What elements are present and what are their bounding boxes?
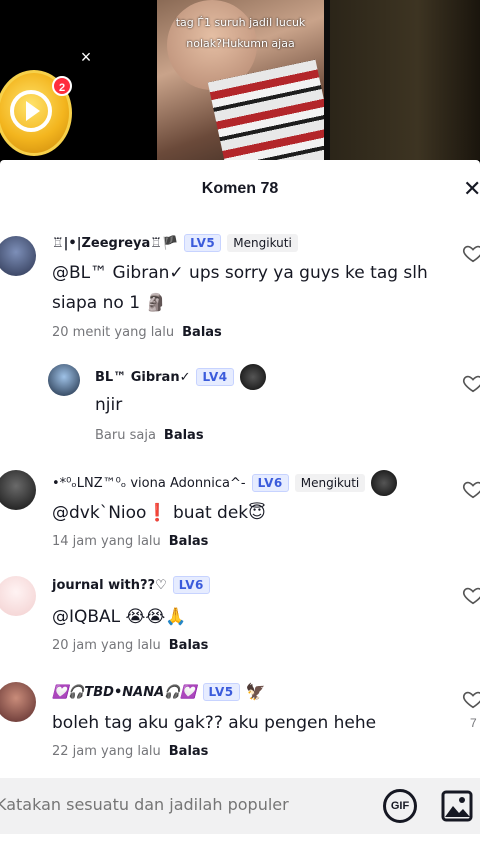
heart-icon[interactable] — [462, 584, 480, 606]
reply-button[interactable]: Balas — [169, 744, 209, 759]
comment-username[interactable]: 💟🎧TBD•NANA🎧💟 — [52, 685, 197, 700]
comment-time: 22 jam yang lalu — [52, 744, 161, 759]
gift-coin-button[interactable]: 2 — [0, 70, 72, 156]
comment-input-bar: GIF — [0, 778, 480, 834]
profile-badge-icon — [239, 364, 266, 390]
comment-meta: 14 jam yang lalu Balas — [52, 534, 208, 549]
level-badge: LV6 — [251, 474, 289, 492]
video-player[interactable]: tag Ѓ1 suruh jadiI Iucuk nolak?Hukumn aj… — [0, 0, 480, 160]
comment-meta: 22 jam yang lalu Balas — [52, 744, 208, 759]
comment-text: @BL™ Gibran✓ ups sorry ya guys ke tag sl… — [52, 263, 428, 313]
close-icon[interactable]: × — [77, 48, 95, 66]
level-badge: LV5 — [184, 234, 222, 252]
level-badge: LV5 — [202, 683, 240, 701]
comments-sheet: Komen 78 ✕ ♖|•|Zeegreya♖🏴 LV5 Mengikuti … — [0, 160, 480, 854]
following-badge: Mengikuti — [227, 234, 298, 252]
play-icon — [26, 101, 40, 121]
comment-username[interactable]: BL™ Gibran✓ — [95, 370, 190, 385]
bottom-safe-area — [0, 834, 480, 854]
level-badge: LV6 — [172, 576, 210, 594]
video-frame[interactable]: tag Ѓ1 suruh jadiI Iucuk nolak?Hukumn aj… — [157, 0, 324, 160]
heart-icon[interactable] — [462, 478, 480, 500]
image-icon[interactable] — [440, 789, 474, 823]
like-count: 7 — [470, 716, 477, 730]
video-caption-line2: nolak?Hukumn ajaa — [186, 37, 295, 50]
comment-time: 20 jam yang lalu — [52, 638, 161, 653]
comment-text: boleh tag aku gak?? aku pengen hehe — [52, 713, 377, 733]
reply-button[interactable]: Balas — [182, 325, 222, 340]
notification-badge: 2 — [52, 76, 72, 96]
comment-time: 20 menit yang lalu — [52, 325, 175, 340]
comment-text: njir — [95, 395, 123, 415]
avatar[interactable] — [48, 364, 80, 396]
reply-button[interactable]: Balas — [169, 534, 209, 549]
comment-time: Baru saja — [95, 428, 156, 443]
avatar[interactable] — [0, 576, 36, 616]
avatar[interactable] — [0, 236, 36, 276]
heart-icon[interactable] — [462, 242, 480, 264]
avatar[interactable] — [0, 682, 36, 722]
avatar[interactable] — [0, 470, 36, 510]
comment-meta: 20 jam yang lalu Balas — [52, 638, 208, 653]
close-sheet-icon[interactable]: ✕ — [463, 178, 480, 200]
comment-time: 14 jam yang lalu — [52, 534, 161, 549]
reply-button[interactable]: Balas — [164, 428, 204, 443]
heart-icon[interactable] — [462, 372, 480, 394]
heart-icon[interactable] — [462, 688, 480, 710]
comments-header: Komen 78 ✕ — [0, 160, 480, 220]
video-side-panel — [324, 0, 480, 160]
reply-button[interactable]: Balas — [169, 638, 209, 653]
gif-button[interactable]: GIF — [383, 789, 417, 823]
comment-username[interactable]: journal with??♡ — [52, 578, 167, 593]
comment-text: @dvk`Nioo❗ buat dek😇 — [52, 503, 266, 523]
comment-text: @IQBAL 😭😭🙏 — [52, 607, 187, 627]
comment-meta: Baru saja Balas — [95, 428, 204, 443]
garuda-icon: 🦅 — [245, 684, 266, 701]
comment-input[interactable] — [0, 795, 356, 814]
comments-title: Komen 78 — [201, 180, 279, 197]
following-badge: Mengikuti — [294, 474, 366, 492]
video-caption-line1: tag Ѓ1 suruh jadiI Iucuk — [175, 16, 306, 29]
comment-meta: 20 menit yang lalu Balas — [52, 325, 222, 340]
level-badge: LV4 — [196, 368, 234, 386]
profile-badge-icon — [371, 470, 398, 496]
comment-username[interactable]: •*⁰ₒLNZ™⁰ₒ viona Adonnica^- — [52, 476, 246, 491]
comment-username[interactable]: ♖|•|Zeegreya♖🏴 — [52, 236, 178, 251]
